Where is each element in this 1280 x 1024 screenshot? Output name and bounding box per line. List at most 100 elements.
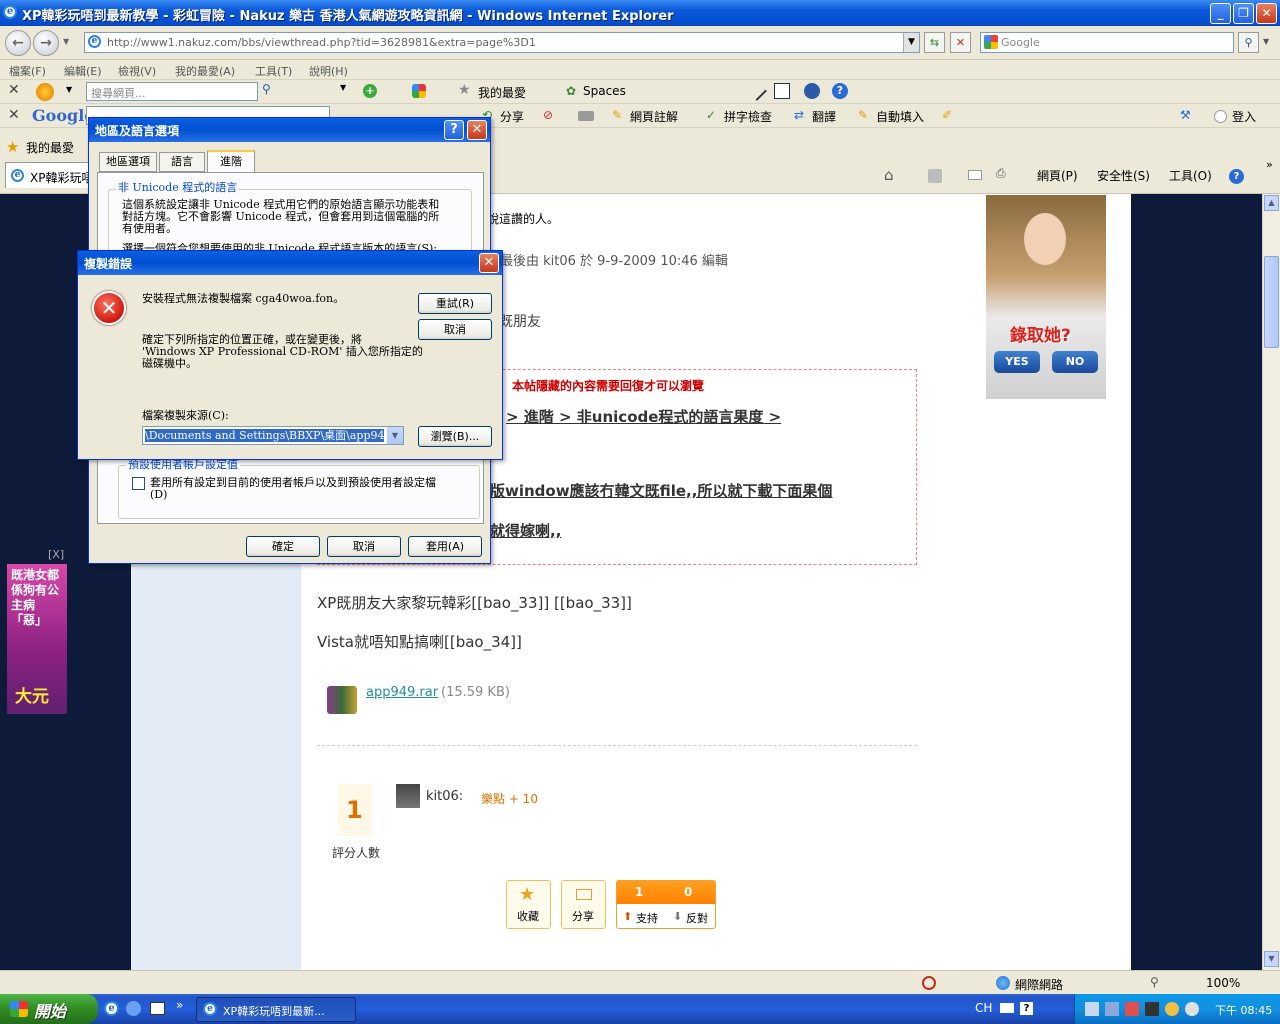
quicklaunch-more-icon[interactable]: » bbox=[176, 998, 183, 1012]
close-google-toolbar-icon[interactable]: ✕ bbox=[8, 107, 20, 123]
tray-volume-icon[interactable] bbox=[1165, 1002, 1179, 1016]
region-apply-button[interactable]: 套用(A) bbox=[408, 536, 482, 557]
maximize-button[interactable]: ❐ bbox=[1233, 3, 1254, 24]
favorites-button[interactable]: 我的最愛 bbox=[26, 139, 74, 156]
tab-regional-options[interactable]: 地區選項 bbox=[99, 152, 157, 172]
translate-button[interactable]: 翻譯 bbox=[812, 108, 836, 125]
search-options-icon[interactable]: ▼ bbox=[1263, 37, 1269, 46]
tray-network-icon[interactable] bbox=[1085, 1002, 1099, 1016]
spell-check-button[interactable]: 拼字檢查 bbox=[724, 108, 772, 125]
back-button[interactable]: ← bbox=[5, 30, 31, 56]
start-button[interactable]: 開始 bbox=[0, 994, 98, 1024]
pen-icon[interactable] bbox=[747, 81, 767, 101]
help-menu-icon[interactable]: ? bbox=[1229, 169, 1244, 184]
taskbar-ie-task[interactable]: e XP韓彩玩唔到最新... bbox=[196, 997, 356, 1022]
copy-source-combobox[interactable]: \Documents and Settings\BBXP\桌面\app949\i… bbox=[142, 426, 404, 445]
support-button[interactable]: 支持 bbox=[636, 910, 658, 926]
menu-help[interactable]: 說明(H) bbox=[309, 63, 348, 79]
stop-button[interactable]: ✕ bbox=[950, 32, 971, 53]
region-ok-button[interactable]: 確定 bbox=[246, 536, 320, 557]
address-input[interactable]: e http://www1.nakuz.com/bbs/viewthread.p… bbox=[84, 32, 920, 53]
google-search-input[interactable]: Google bbox=[980, 32, 1234, 53]
add-icon[interactable]: + bbox=[363, 84, 377, 98]
ad-yes-button[interactable]: YES bbox=[994, 351, 1040, 373]
rater-avatar[interactable] bbox=[396, 784, 420, 808]
menu-view[interactable]: 檢視(V) bbox=[118, 63, 156, 79]
right-ad-banner[interactable]: 錄取她? YES NO bbox=[986, 195, 1106, 399]
wrench-icon[interactable]: ⚒ bbox=[1180, 108, 1191, 122]
menu-tools[interactable]: 工具(T) bbox=[255, 63, 292, 79]
scroll-down-icon[interactable]: ▼ bbox=[1264, 951, 1279, 967]
region-help-button[interactable]: ? bbox=[444, 120, 464, 140]
signin-button[interactable]: 登入 bbox=[1232, 108, 1256, 125]
toolbar-dropdown-icon[interactable]: ▼ bbox=[340, 83, 346, 92]
msn-search-icon[interactable]: ⚲ bbox=[262, 82, 271, 96]
ad-no-button[interactable]: NO bbox=[1052, 351, 1098, 373]
tools-menu-button[interactable]: 工具(O) bbox=[1169, 167, 1212, 184]
msn-dropdown-icon[interactable]: ▼ bbox=[66, 85, 72, 94]
menu-edit[interactable]: 編輯(E) bbox=[64, 63, 102, 79]
menu-file[interactable]: 檔案(F) bbox=[9, 63, 46, 79]
feeds-icon[interactable] bbox=[928, 169, 942, 183]
highlighter-icon[interactable]: ✐ bbox=[942, 108, 952, 122]
vertical-scrollbar[interactable]: ▲ ▼ bbox=[1262, 194, 1280, 970]
windows-live-icon[interactable] bbox=[412, 84, 426, 98]
copy-error-close-button[interactable]: ✕ bbox=[479, 253, 499, 273]
scroll-thumb[interactable] bbox=[1264, 256, 1279, 348]
edit-icon[interactable] bbox=[774, 83, 790, 99]
region-cancel-button[interactable]: 取消 bbox=[327, 536, 401, 557]
toolbar-spaces[interactable]: Spaces bbox=[583, 84, 626, 98]
autofill-button[interactable]: 自動填入 bbox=[876, 108, 924, 125]
active-tab[interactable]: e XP韓彩玩唔 bbox=[5, 162, 93, 188]
apply-all-checkbox[interactable] bbox=[132, 477, 145, 490]
print-icon[interactable]: ⎙ bbox=[996, 166, 1006, 181]
quicklaunch-ie-icon[interactable]: e bbox=[104, 1001, 119, 1016]
rater-name[interactable]: kit06: bbox=[426, 789, 463, 804]
retry-button[interactable]: 重試(R) bbox=[418, 293, 492, 314]
favorites-center-icon[interactable]: ★ bbox=[6, 138, 19, 156]
tray-app-icon-4[interactable] bbox=[1185, 1002, 1199, 1016]
scroll-up-icon[interactable]: ▲ bbox=[1264, 195, 1279, 211]
safety-menu-button[interactable]: 安全性(S) bbox=[1097, 167, 1150, 184]
oppose-button[interactable]: 反對 bbox=[686, 910, 708, 926]
left-ad-banner[interactable]: 既港女都係狗有公主病「惡」 大元 bbox=[7, 564, 67, 714]
tab-languages[interactable]: 語言 bbox=[159, 152, 205, 172]
keyboard-icon[interactable] bbox=[1000, 1003, 1014, 1013]
home-icon[interactable]: ⌂ bbox=[884, 166, 894, 184]
info-icon[interactable] bbox=[804, 83, 820, 99]
tab-advanced[interactable]: 進階 bbox=[207, 150, 255, 173]
chevron-more-icon[interactable]: » bbox=[1266, 158, 1273, 171]
help-icon[interactable]: ? bbox=[832, 83, 848, 99]
quicklaunch-desktop-icon[interactable] bbox=[150, 1002, 165, 1015]
refresh-button[interactable]: ⇆ bbox=[924, 32, 945, 53]
menu-favorites[interactable]: 我的最愛(A) bbox=[175, 63, 235, 79]
share-button[interactable]: 分享 bbox=[500, 108, 524, 125]
attachment-link[interactable]: app949.rar bbox=[366, 685, 438, 700]
history-dropdown-icon[interactable]: ▼ bbox=[63, 37, 69, 46]
ime-help-icon[interactable]: ? bbox=[1020, 1002, 1033, 1015]
close-toolbar-icon[interactable]: ✕ bbox=[8, 82, 20, 98]
zoom-level[interactable]: 100% bbox=[1206, 976, 1240, 990]
ad-close-link[interactable]: [X] bbox=[48, 548, 64, 561]
page-menu-button[interactable]: 網頁(P) bbox=[1037, 167, 1078, 184]
quicklaunch-browser-icon[interactable] bbox=[126, 1001, 141, 1016]
zoom-icon[interactable]: ⚲ bbox=[1150, 975, 1159, 989]
copy-error-cancel-button[interactable]: 取消 bbox=[418, 319, 492, 340]
tray-app-icon-1[interactable] bbox=[1105, 1002, 1119, 1016]
msn-search-input[interactable]: 搜尋網頁... bbox=[86, 82, 258, 101]
web-notes-button[interactable]: 網頁註解 bbox=[630, 108, 678, 125]
close-window-button[interactable]: ✕ bbox=[1256, 3, 1277, 24]
minimize-button[interactable]: _ bbox=[1210, 3, 1231, 24]
search-icon[interactable]: ⚲ bbox=[1238, 32, 1259, 53]
region-close-button[interactable]: ✕ bbox=[467, 120, 487, 140]
tray-app-icon-3[interactable] bbox=[1145, 1002, 1159, 1016]
toolbar-favorites[interactable]: 我的最愛 bbox=[478, 84, 526, 101]
forward-button[interactable]: → bbox=[33, 30, 59, 56]
source-dropdown-icon[interactable]: ▼ bbox=[387, 427, 403, 444]
tray-app-icon-2[interactable] bbox=[1125, 1002, 1139, 1016]
language-indicator[interactable]: CH bbox=[975, 1001, 992, 1015]
favorite-button[interactable]: ★ 收藏 bbox=[506, 880, 551, 929]
mail-icon[interactable] bbox=[968, 170, 982, 180]
browse-button[interactable]: 瀏覽(B)... bbox=[418, 426, 492, 447]
share-post-button[interactable]: 分享 bbox=[561, 880, 606, 929]
